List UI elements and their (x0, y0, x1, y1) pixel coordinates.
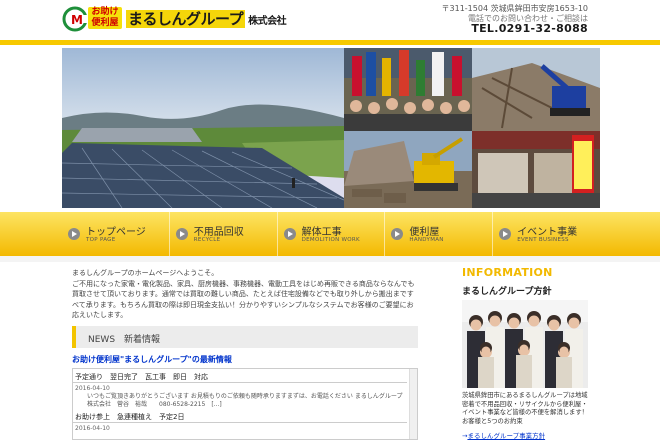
site-header: M お助け便利屋 まるしんグループ 株式会社 〒311-1504 茨城県鉾田市安房… (0, 0, 660, 40)
intro-welcome: まるしんグループのホームページへようこそ。 (72, 269, 219, 277)
news-list[interactable]: 予定通り 翌日完了 瓦工事 即日 対応 2016-04-10 いつもご覧頂きあり… (72, 368, 418, 440)
news-section-title[interactable]: お助け便利屋"まるしんグループ"の最新情報 (72, 354, 232, 365)
address-text: 〒311-1504 茨城県鉾田市安房1653-10 (441, 4, 588, 13)
news-entry: お助け参上 急連種植え 予定2日 2016-04-10 (73, 409, 417, 432)
news-entry-body: いつもご覧頂きありがとうございます お見積もりのご依頼も随時承りますまずは、お電… (87, 393, 403, 408)
arrow-right-icon (499, 228, 512, 240)
demolition-photo (344, 131, 472, 208)
nav-divider (0, 256, 660, 262)
nav-sublabel: RECYCLE (193, 237, 221, 243)
arrow-right-icon (391, 228, 404, 240)
logo-name: まるしんグループ 株式会社 (126, 8, 287, 29)
news-entry: 予定通り 翌日完了 瓦工事 即日 対応 2016-04-10 いつもご覧頂きあり… (73, 369, 417, 409)
news-entry-date: 2016-04-10 (75, 385, 110, 392)
header-accent-bar (0, 40, 660, 45)
header-address: 〒311-1504 茨城県鉾田市安房1653-10 電話でのお問い合わせ・ご相談… (442, 4, 588, 24)
news-entry-title[interactable]: 予定通り 翌日完了 瓦工事 即日 対応 (73, 369, 407, 383)
policy-link[interactable]: →まるしんグループ事業方針 (462, 430, 545, 440)
news-entry-date: 2016-04-10 (75, 425, 110, 432)
information-heading: INFORMATION (462, 266, 553, 279)
logo-tagline: お助け便利屋 (88, 7, 122, 29)
shop-front-photo (472, 131, 600, 208)
nav-item-handyman[interactable]: 便利屋 HANDYMAN (385, 212, 494, 256)
policy-heading: まるしんグループ方針 (462, 287, 552, 297)
logo-mark-icon: M (62, 6, 88, 32)
nav-item-recycle[interactable]: 不用品回収 RECYCLE (170, 212, 278, 256)
news-entry-title[interactable]: お助け参上 急連種植え 予定2日 (73, 409, 407, 423)
site-logo[interactable]: M お助け便利屋 まるしんグループ 株式会社 (62, 4, 288, 34)
policy-link-text[interactable]: まるしんグループ事業方針 (467, 432, 545, 440)
nav-sublabel: DEMOLITION WORK (301, 237, 360, 243)
intro-text: まるしんグループのホームページへようこそ。 ご不用になった家電・電化製品、家具、… (72, 268, 420, 321)
arrow-right-icon (68, 228, 80, 240)
nav-item-event-business[interactable]: イベント事業 EVENT BUSINESS (493, 212, 600, 256)
nav-label: トップページ (86, 227, 146, 238)
nav-label: 不用品回収 (193, 227, 244, 238)
svg-text:M: M (71, 13, 83, 27)
news-scrollbar[interactable] (409, 369, 417, 439)
logo-corp: 株式会社 (248, 16, 287, 27)
event-crowd-photo (344, 48, 472, 131)
nav-label: 便利屋 (409, 227, 440, 238)
staff-group-photo (462, 300, 588, 388)
nav-label: 解体工事 (301, 227, 342, 238)
hero-image (62, 48, 600, 208)
arrow-right-icon (283, 228, 296, 240)
intro-body: ご不用になった家電・電化製品、家具、厨房機器、事務機器、電動工具をはじめ再販でき… (72, 279, 415, 320)
solar-panel-photo (62, 48, 344, 208)
phone-number[interactable]: TEL.0291-32-8088 (471, 22, 588, 35)
policy-text: 茨城県鉾田市にあるまるしんグループは地域密着で不用品回収・リサイクルから便利屋・… (462, 392, 588, 425)
nav-sublabel: TOP PAGE (86, 237, 116, 243)
nav-item-demolition[interactable]: 解体工事 DEMOLITION WORK (278, 212, 386, 256)
news-header: NEWS 新着情報 (72, 326, 418, 348)
excavator-photo (472, 48, 600, 131)
nav-label: イベント事業 (517, 227, 578, 238)
nav-sublabel: HANDYMAN (409, 237, 444, 243)
nav-list: トップページ TOP PAGE 不用品回収 RECYCLE 解体工事 DEMOL… (62, 212, 600, 256)
arrow-right-icon (175, 228, 188, 240)
logo-company-name: まるしんグループ (126, 10, 246, 28)
main-navigation: トップページ TOP PAGE 不用品回収 RECYCLE 解体工事 DEMOL… (0, 212, 660, 256)
nav-item-top-page[interactable]: トップページ TOP PAGE (62, 212, 170, 256)
nav-sublabel: EVENT BUSINESS (517, 237, 569, 243)
news-header-label: NEWS 新着情報 (88, 335, 161, 345)
